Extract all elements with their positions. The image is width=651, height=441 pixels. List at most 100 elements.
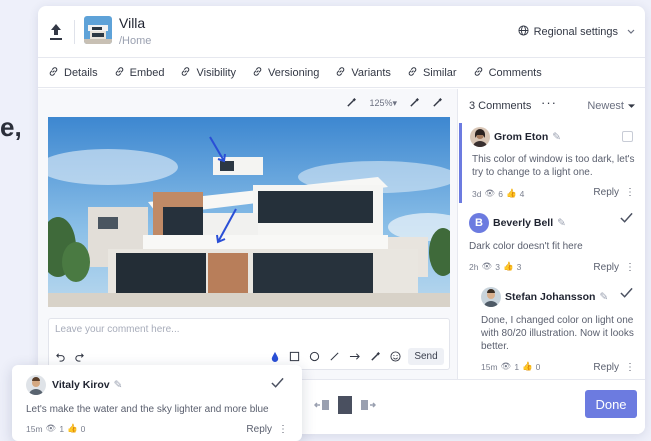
checkbox[interactable] [622,131,633,142]
line-tool-icon[interactable] [329,351,340,365]
check-icon[interactable] [620,287,633,302]
comment-body: Let's make the water and the sky lighter… [26,404,269,415]
eye-icon: 👁 [481,261,493,271]
image-toolbar: 125%▾ [346,97,443,110]
reply-button[interactable]: Reply ⋮ [246,424,288,435]
globe-icon [518,25,529,39]
edit-icon[interactable]: ✎ [114,379,123,391]
next-version-icon[interactable] [360,398,377,415]
drawing-tools [270,351,401,365]
edit-icon[interactable]: ✎ [557,217,566,229]
floating-comment-card: Vitaly Kirov ✎ Let's make the water and t… [12,365,302,441]
comment-placeholder: Leave your comment here... [55,324,180,335]
like-count: 0 [535,361,541,372]
link-icon [407,66,418,80]
view-count: 3 [495,261,500,272]
author-name: Grom Eton [494,131,549,143]
comments-panel: 3 Comments ··· Newest Grom Eton ✎ This co… [459,89,645,379]
pen-icon[interactable] [409,97,420,110]
comment-author: Vitaly Kirov ✎ [52,379,122,391]
asset-title: Villa [119,15,146,31]
tab-visibility[interactable]: Visibility [180,66,236,80]
comment-item: Stefan Johansson ✎ Done, I changed color … [459,285,645,377]
tab-similar[interactable]: Similar [407,66,457,80]
version-nav [313,396,377,417]
tab-label: Details [64,66,98,79]
undo-icon[interactable] [55,351,66,365]
thumbs-up-icon: 👍 [522,361,533,371]
marker-icon[interactable] [432,97,443,110]
reply-button[interactable]: Reply ⋮ [593,362,635,373]
tab-embed[interactable]: Embed [114,66,165,80]
eye-icon: 👁 [500,361,512,371]
check-icon[interactable] [620,212,633,227]
brush-icon[interactable] [346,97,357,110]
image-panel: 125%▾ Leave your comment here... Send [38,89,458,379]
comment-body: Done, I changed color on light one with … [481,315,634,352]
tab-comments[interactable]: Comments [473,66,542,80]
kebab-icon[interactable]: ⋮ [625,362,635,373]
comment-age: 15m [26,423,43,434]
arrow-tool-icon[interactable] [349,351,361,365]
link-icon [48,66,59,80]
tab-variants[interactable]: Variants [335,66,391,80]
reply-label: Reply [593,187,619,198]
edit-icon[interactable]: ✎ [552,131,561,143]
caret-down-icon [628,100,635,112]
upload-icon[interactable] [48,22,64,42]
tab-details[interactable]: Details [48,66,98,80]
reply-button[interactable]: Reply ⋮ [593,187,635,198]
view-count: 6 [498,188,503,199]
comment-input[interactable]: Leave your comment here... Send [48,318,450,370]
chevron-down-icon [627,26,635,38]
tab-label: Similar [422,66,457,79]
emoji-icon[interactable] [390,351,401,365]
thumbs-up-icon: 👍 [506,188,517,198]
tab-label: Comments [488,66,542,79]
send-button[interactable]: Send [408,348,444,365]
sort-label: Newest [587,100,624,112]
check-icon[interactable] [271,377,284,392]
breadcrumb[interactable]: /Home [119,35,151,47]
circle-tool-icon[interactable] [309,351,320,365]
done-button[interactable]: Done [585,390,637,418]
comment-meta: 2h 👁 3 👍 3 [469,261,521,272]
tab-label: Variants [351,66,391,79]
zoom-level[interactable]: 125%▾ [369,98,397,109]
sort-dropdown[interactable]: Newest [587,100,635,112]
link-icon [335,66,346,80]
reply-label: Reply [593,262,619,273]
kebab-icon[interactable]: ⋮ [625,187,635,198]
more-options-icon[interactable]: ··· [541,95,557,110]
eye-icon: 👁 [45,423,57,433]
author-name: Stefan Johansson [505,291,596,303]
comment-author: Stefan Johansson ✎ [505,291,608,303]
tab-label: Versioning [268,66,320,79]
avatar: B [469,213,489,233]
undo-redo-group [55,351,85,365]
comment-age: 15m [481,361,498,372]
tab-bar: Details Embed Visibility Versioning Vari… [38,58,645,88]
zoom-value: 125% [369,98,393,108]
villa-photo[interactable] [48,117,450,307]
color-drop-icon[interactable] [270,351,280,365]
tab-versioning[interactable]: Versioning [252,66,319,80]
comment-author: Grom Eton ✎ [494,131,561,143]
regional-settings-dropdown[interactable]: Regional settings [518,25,635,39]
kebab-icon[interactable]: ⋮ [625,262,635,273]
thumbs-up-icon: 👍 [503,261,514,271]
redo-icon[interactable] [74,351,85,365]
previous-version-icon[interactable] [313,398,330,415]
tab-label: Visibility [196,66,237,79]
rectangle-tool-icon[interactable] [289,351,300,365]
brush-tool-icon[interactable] [370,351,381,365]
reply-label: Reply [246,424,272,435]
regional-settings-label: Regional settings [533,26,618,38]
thumbs-up-icon: 👍 [67,423,78,433]
comment-body: Dark color doesn't fit here [469,241,583,252]
document-icon[interactable] [338,396,352,417]
reply-button[interactable]: Reply ⋮ [593,262,635,273]
tab-label: Embed [129,66,165,79]
kebab-icon[interactable]: ⋮ [278,424,288,435]
edit-icon[interactable]: ✎ [599,291,608,303]
